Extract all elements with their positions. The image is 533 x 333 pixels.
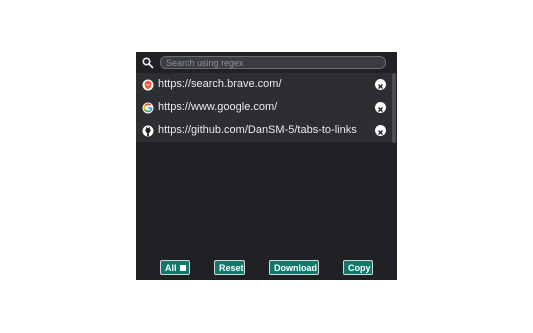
- tab-row[interactable]: https://www.google.com/: [136, 96, 392, 119]
- tab-url: https://www.google.com/: [158, 101, 278, 113]
- scrollbar[interactable]: [392, 73, 396, 143]
- close-icon[interactable]: [375, 125, 386, 136]
- search-bar: [136, 52, 397, 73]
- github-icon: [142, 124, 154, 137]
- reset-label: Reset: [219, 263, 244, 273]
- checkbox-square-icon: [179, 265, 186, 271]
- tab-list: https://search.brave.com/ https://www.go…: [136, 73, 392, 142]
- select-all-button[interactable]: All: [160, 260, 190, 275]
- tab-url: https://search.brave.com/: [158, 78, 282, 90]
- search-icon: [142, 56, 154, 69]
- download-button[interactable]: Download: [269, 260, 319, 275]
- search-input[interactable]: [160, 56, 386, 69]
- close-icon[interactable]: [375, 102, 386, 113]
- brave-icon: [142, 78, 154, 91]
- tabs-to-links-popup: https://search.brave.com/: [136, 52, 397, 280]
- tab-row[interactable]: https://search.brave.com/: [136, 73, 392, 96]
- google-icon: [142, 101, 154, 114]
- tab-row[interactable]: https://github.com/DanSM-5/tabs-to-links: [136, 119, 392, 142]
- reset-button[interactable]: Reset: [214, 260, 245, 275]
- footer-toolbar: All Reset Download Copy: [136, 260, 397, 276]
- copy-button[interactable]: Copy: [343, 260, 373, 275]
- tab-url: https://github.com/DanSM-5/tabs-to-links: [158, 124, 357, 136]
- download-label: Download: [274, 263, 317, 273]
- select-all-label: All: [165, 263, 177, 273]
- copy-label: Copy: [348, 263, 371, 273]
- close-icon[interactable]: [375, 79, 386, 90]
